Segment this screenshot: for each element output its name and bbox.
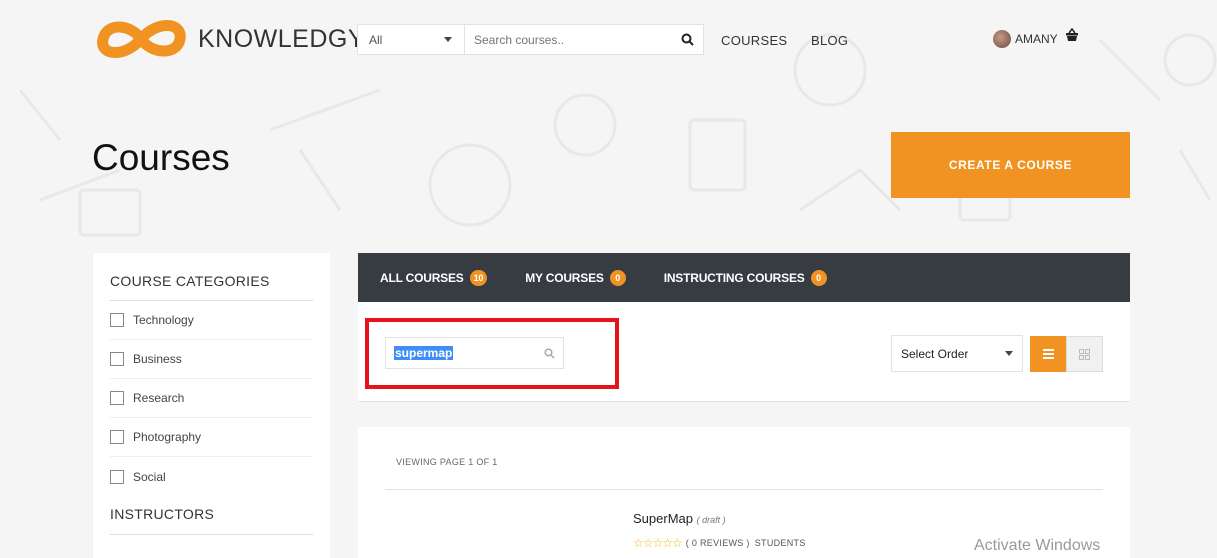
list-view-button[interactable] (1030, 336, 1066, 372)
tab-my-courses[interactable]: MY COURSES 0 (525, 269, 626, 286)
category-checkbox[interactable] (110, 391, 124, 405)
divider (385, 489, 1103, 490)
order-select-value: Select Order (901, 346, 969, 361)
star-rating-icon: ☆☆☆☆☆ (633, 536, 683, 550)
category-label: Business (133, 352, 182, 366)
course-title-text: SuperMap (633, 511, 693, 526)
search-button[interactable] (671, 33, 703, 46)
search-category-select[interactable]: All (358, 25, 465, 54)
site-logo[interactable]: KNOWLEDGY (95, 16, 365, 62)
tab-label: INSTRUCTING COURSES (663, 270, 805, 285)
category-label: Research (133, 391, 185, 405)
category-checkbox[interactable] (110, 352, 124, 366)
pagination-info: VIEWING PAGE 1 OF 1 (396, 457, 498, 467)
course-reviews: ( 0 REVIEWS ) (685, 538, 750, 548)
count-badge: 10 (469, 269, 488, 286)
tab-label: ALL COURSES (380, 270, 464, 285)
category-label: Technology (133, 313, 194, 327)
course-status: ( draft ) (696, 515, 726, 525)
basket-icon (1066, 27, 1078, 41)
category-label: Social (133, 469, 166, 484)
category-label: Photography (133, 430, 202, 444)
sidebar: COURSE CATEGORIES Technology Business Re… (93, 253, 330, 558)
avatar (993, 30, 1011, 48)
search-icon (681, 33, 694, 46)
highlight-box (365, 318, 619, 389)
course-item-title[interactable]: SuperMap ( draft ) (633, 511, 726, 526)
os-activation-watermark: Activate Windows (974, 537, 1101, 554)
page-title: Courses (92, 137, 230, 178)
grid-view-button[interactable] (1066, 336, 1103, 372)
course-meta: ☆☆☆☆☆ ( 0 REVIEWS ) STUDENTS (633, 536, 806, 550)
order-select[interactable]: Select Order (891, 335, 1023, 372)
category-item-photography[interactable]: Photography (110, 418, 313, 457)
course-students: STUDENTS (754, 538, 806, 548)
nav-courses[interactable]: COURSES (721, 33, 787, 48)
course-tabs: ALL COURSES 10 MY COURSES 0 INSTRUCTING … (358, 253, 1130, 302)
category-item-social[interactable]: Social (110, 457, 313, 496)
instructors-heading: INSTRUCTORS (110, 506, 313, 535)
list-view-icon (1042, 349, 1054, 359)
course-categories-heading: COURSE CATEGORIES (110, 273, 313, 301)
category-item-technology[interactable]: Technology (110, 301, 313, 340)
user-menu[interactable]: AMANY (993, 30, 1058, 48)
category-checkbox[interactable] (110, 313, 124, 327)
count-badge: 0 (810, 269, 827, 286)
nav-blog[interactable]: BLOG (811, 33, 848, 48)
search-input[interactable] (465, 32, 671, 47)
create-course-button[interactable]: CREATE A COURSE (891, 132, 1130, 198)
grid-view-icon (1079, 348, 1090, 360)
user-name: AMANY (1015, 32, 1058, 46)
tab-label: MY COURSES (525, 270, 604, 285)
cart-button[interactable] (1065, 27, 1079, 47)
tab-all-courses[interactable]: ALL COURSES 10 (380, 269, 488, 286)
filter-panel: supermap Select Order (358, 302, 1130, 402)
caret-down-icon (1005, 351, 1013, 356)
search-category-value: All (369, 32, 383, 47)
count-badge: 0 (609, 269, 626, 286)
header-search: All (357, 24, 704, 55)
category-item-research[interactable]: Research (110, 379, 313, 418)
caret-down-icon (444, 37, 452, 42)
brand-name: KNOWLEDGY (198, 24, 366, 53)
tab-instructing-courses[interactable]: INSTRUCTING COURSES 0 (663, 269, 827, 286)
logo-infinity-icon (97, 20, 186, 58)
category-item-business[interactable]: Business (110, 340, 313, 379)
category-checkbox[interactable] (110, 469, 124, 484)
category-checkbox[interactable] (110, 430, 124, 444)
